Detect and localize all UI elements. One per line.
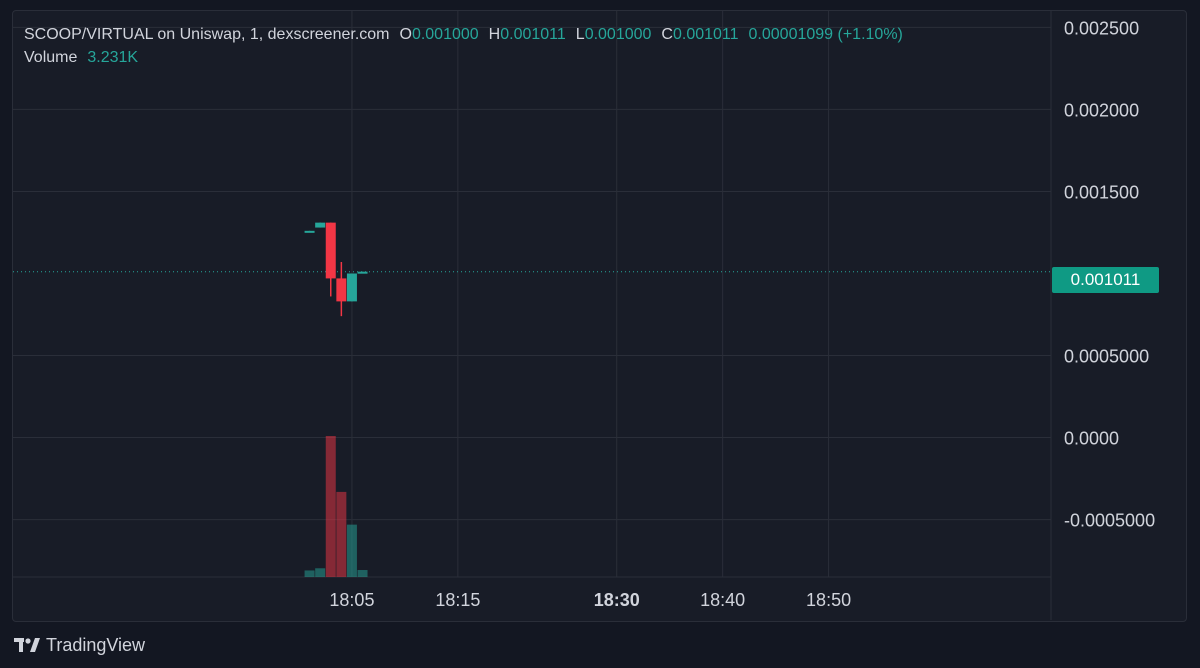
x-axis: 18:05 18:15 18:30 18:40 18:50 [329, 590, 851, 610]
legend-low-value: 0.001000 [584, 26, 652, 43]
candle-body [315, 222, 326, 228]
legend-symbol[interactable]: SCOOP/VIRTUAL on Uniswap, 1, dexscreener… [24, 26, 389, 43]
legend-high-label: H [488, 26, 501, 43]
tradingview-branding[interactable]: TradingView [14, 633, 145, 657]
volume-bar [304, 570, 315, 577]
grid-lines [13, 11, 1052, 620]
tradingview-wordmark: TradingView [46, 634, 146, 655]
legend-change-value: 0.00001099 (+1.10%) [748, 26, 903, 43]
volume-bar [346, 524, 357, 577]
candles [304, 222, 368, 317]
volume-bars [304, 436, 368, 577]
volume-bar [315, 568, 326, 577]
chart-legend: SCOOP/VIRTUAL on Uniswap, 1, dexscreener… [24, 26, 913, 72]
y-tick-label: 0.001500 [1064, 182, 1139, 202]
y-tick-label: -0.0005000 [1064, 511, 1155, 531]
candlestick-chart[interactable]: 0.002500 0.002000 0.001500 0.0005000 0.0000 -… [0, 0, 1200, 668]
chart-frame: 0.002500 0.002000 0.001500 0.0005000 0.0000 -… [0, 0, 1200, 668]
x-tick-label: 18:50 [806, 590, 851, 610]
legend-volume-value: 3.231K [87, 49, 139, 66]
legend-high-value: 0.001011 [500, 26, 566, 43]
tradingview-logo-icon [14, 638, 40, 652]
volume-bar [325, 436, 336, 577]
legend-low-label: L [575, 26, 585, 43]
x-tick-label: 18:05 [329, 590, 374, 610]
legend-open-label: O [399, 26, 412, 43]
y-tick-label: 0.0000 [1064, 429, 1119, 449]
legend-close-label: C [661, 26, 673, 43]
volume-bar [357, 570, 368, 577]
legend-volume-row: Volume 3.231K [24, 49, 913, 72]
candle-body [357, 271, 368, 274]
x-tick-label: 18:30 [594, 590, 640, 610]
x-tick-label: 18:40 [700, 590, 745, 610]
y-tick-label: 0.002000 [1064, 100, 1139, 120]
legend-close-value: 0.001011 [672, 26, 739, 43]
candle-body [304, 230, 315, 233]
candle-body [346, 273, 357, 302]
candle-body [336, 278, 347, 302]
legend-volume-label: Volume [24, 49, 78, 66]
candle-body [325, 222, 336, 279]
y-tick-label: 0.002500 [1064, 18, 1139, 38]
last-price-label: 0.001011 [1052, 267, 1159, 293]
legend-open-value: 0.001000 [411, 26, 479, 43]
y-tick-label: 0.0005000 [1064, 347, 1149, 367]
x-tick-label: 18:15 [435, 590, 480, 610]
volume-bar [336, 491, 347, 577]
legend-ohlc-row: SCOOP/VIRTUAL on Uniswap, 1, dexscreener… [24, 26, 913, 49]
